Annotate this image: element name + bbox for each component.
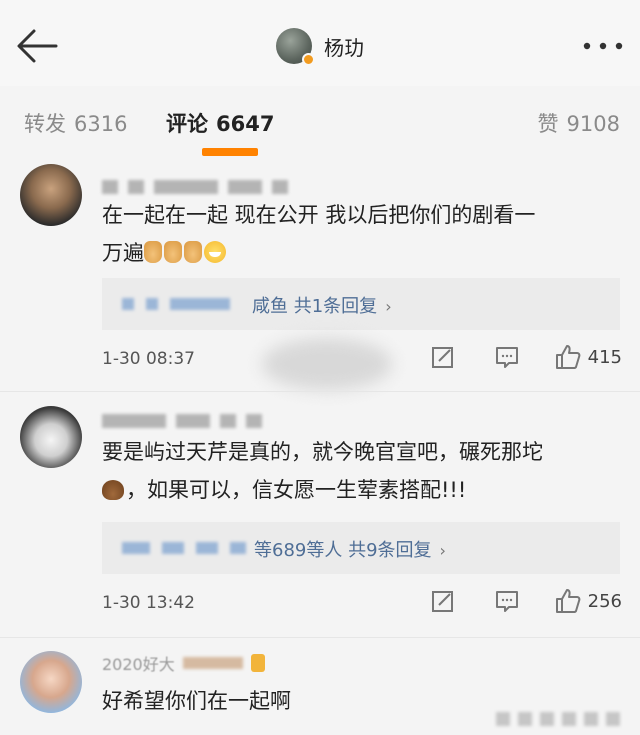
edit-square-icon [431, 347, 453, 368]
chevron-right-icon: › [439, 541, 446, 560]
repost-button[interactable] [430, 344, 456, 370]
profile-header[interactable]: 杨玏 [276, 26, 364, 66]
back-arrow-icon [17, 29, 58, 63]
tab-repost-count: 6316 [74, 112, 128, 136]
comment-text: 要是屿过天芹是真的，就今晚官宣吧，碾死那坨 ，如果可以，信女愿一生荤素搭配!!! [102, 433, 622, 509]
thumb-emoji-icon [144, 241, 162, 263]
tab-likes-count: 9108 [566, 112, 620, 136]
comment-text-line: 万遍 [102, 241, 144, 265]
poop-emoji-icon [102, 480, 124, 500]
replies-preview[interactable]: 咸鱼 共1条回复 › [102, 278, 620, 330]
like-count: 256 [587, 590, 622, 612]
username-redaction [182, 657, 243, 669]
reply-summary-text: 咸鱼 共1条回复 [252, 296, 378, 317]
tab-repost-label: 转发 [24, 112, 66, 136]
more-dots-icon [583, 42, 623, 50]
like-button[interactable]: 256 [554, 587, 622, 615]
thumbs-up-icon [555, 589, 581, 613]
tab-comments-count: 6647 [216, 112, 275, 136]
profile-name: 杨玏 [324, 35, 364, 60]
more-button[interactable] [580, 30, 626, 62]
username-partial[interactable]: 2020好大 [102, 651, 265, 675]
comment-bubble-icon [495, 591, 518, 612]
redaction-smudge [496, 712, 620, 726]
tab-comments-label: 评论 [166, 112, 208, 136]
avatar[interactable] [20, 651, 82, 713]
top-nav-bar: 杨玏 [0, 0, 640, 87]
avatar[interactable] [20, 164, 82, 226]
reply-summary[interactable]: 等689等人 共9条回复 › [254, 536, 446, 562]
username-text: 2020好大 [102, 655, 175, 674]
replies-preview[interactable]: 等689等人 共9条回复 › [102, 522, 620, 574]
avatar[interactable] [276, 28, 315, 66]
thumb-emoji-icon [184, 241, 202, 263]
comment-item: 要是屿过天芹是真的，就今晚官宣吧，碾死那坨 ，如果可以，信女愿一生荤素搭配!!!… [0, 400, 640, 635]
chevron-right-icon: › [385, 297, 392, 316]
comment-text-line-2: 万遍 [102, 234, 622, 272]
avatar[interactable] [20, 406, 82, 468]
tab-likes[interactable]: 赞 9108 [538, 108, 620, 138]
vip-badge-icon [250, 654, 265, 672]
comment-actions: 256 [430, 587, 622, 615]
divider [0, 637, 640, 638]
grin-emoji-icon [204, 241, 226, 263]
like-count: 415 [587, 346, 622, 368]
thumbs-up-icon [555, 345, 581, 369]
thumb-emoji-icon [164, 241, 182, 263]
username-redacted[interactable] [102, 180, 288, 194]
comment-text-line-2: ，如果可以，信女愿一生荤素搭配!!! [102, 471, 622, 509]
comment-text-line: ，如果可以，信女愿一生荤素搭配!!! [126, 478, 467, 502]
comment-item: 在一起在一起 现在公开 我以后把你们的剧看一 万遍 咸鱼 共1条回复 › 1-30… [0, 160, 640, 390]
comment-text: 在一起在一起 现在公开 我以后把你们的剧看一 万遍 [102, 196, 622, 272]
tab-repost[interactable]: 转发 6316 [24, 108, 127, 138]
comment-bubble-icon [495, 347, 518, 368]
like-button[interactable]: 415 [554, 343, 622, 371]
divider [0, 391, 640, 392]
verified-badge-icon [302, 53, 315, 66]
repost-button[interactable] [430, 588, 456, 614]
username-redacted[interactable] [102, 414, 262, 428]
edit-square-icon [431, 591, 453, 612]
reply-summary[interactable]: 咸鱼 共1条回复 › [252, 292, 392, 318]
active-tab-indicator [202, 148, 258, 156]
reply-button[interactable] [494, 588, 520, 614]
comment-time: 1-30 08:37 [102, 349, 195, 369]
reply-users-redacted [122, 298, 230, 310]
reply-users-redacted [122, 542, 246, 554]
reply-summary-text: 等689等人 共9条回复 [254, 540, 432, 561]
comment-text-line: 在一起在一起 现在公开 我以后把你们的剧看一 [102, 203, 536, 227]
tab-bar: 转发 6316 评论 6647 赞 9108 [0, 86, 640, 156]
tab-comments[interactable]: 评论 6647 [166, 108, 274, 138]
comment-actions: 415 [430, 343, 622, 371]
tab-likes-label: 赞 [537, 112, 559, 136]
comment-text-line: 要是屿过天芹是真的，就今晚官宣吧，碾死那坨 [102, 440, 543, 464]
back-button[interactable] [14, 26, 60, 66]
comment-time: 1-30 13:42 [102, 593, 195, 613]
redaction-smudge [262, 338, 392, 390]
reply-button[interactable] [494, 344, 520, 370]
